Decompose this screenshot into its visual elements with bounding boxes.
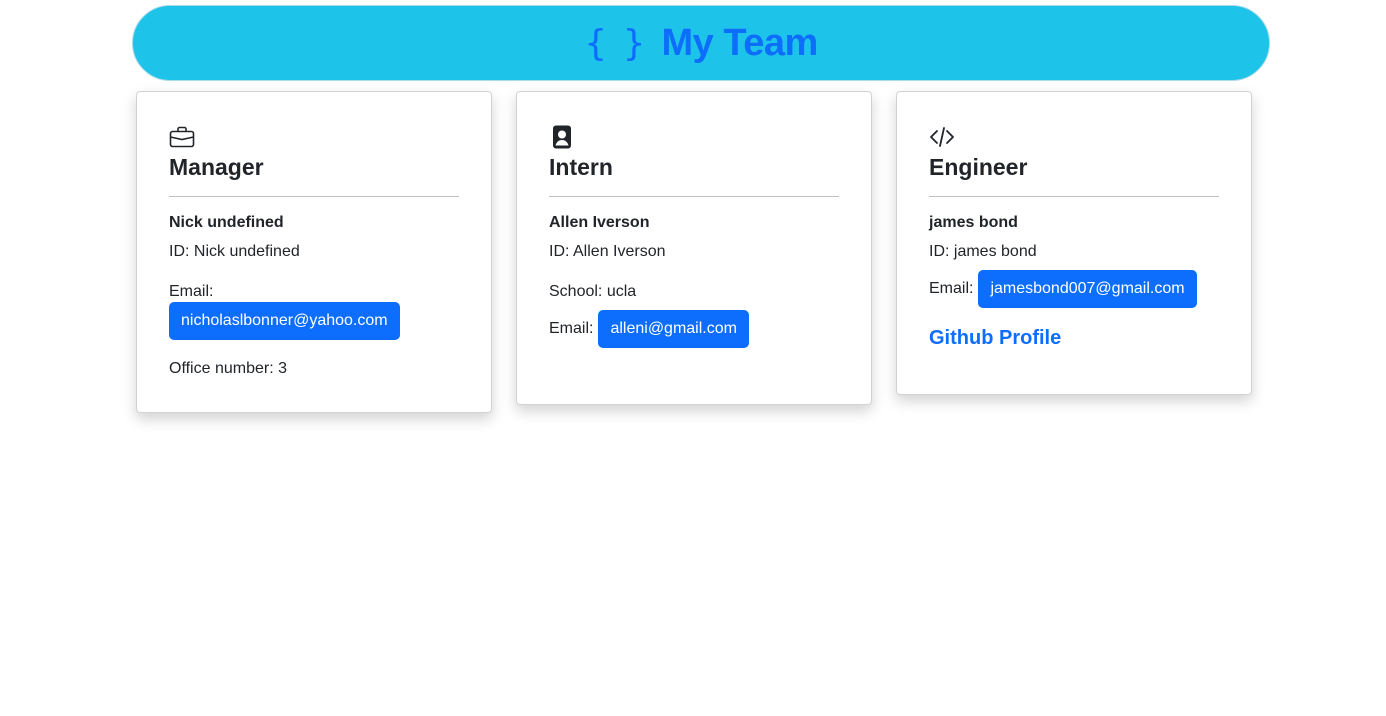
email-label: Email:	[929, 280, 974, 297]
school: School: ucla	[549, 283, 637, 300]
page-title: My Team	[661, 21, 818, 64]
email-button[interactable]: nicholaslbonner@yahoo.com	[169, 302, 400, 340]
employee-id: ID: Nick undefined	[169, 243, 300, 260]
divider	[929, 196, 1219, 197]
code-slash-icon	[930, 127, 954, 147]
email-block: Email: alleni@gmail.com	[549, 310, 839, 348]
person-badge-icon	[553, 125, 571, 149]
divider	[549, 196, 839, 197]
email-button[interactable]: jamesbond007@gmail.com	[978, 270, 1197, 308]
engineer-card: Engineer james bond ID: james bond Email…	[896, 91, 1252, 395]
employee-name: Nick undefined	[169, 214, 284, 231]
office-number: Office number: 3	[169, 360, 287, 377]
email-label: Email:	[169, 283, 214, 300]
email-block: Email: jamesbond007@gmail.com	[929, 270, 1219, 308]
page: { } My Team Manager Nick undefined ID: N…	[0, 0, 1386, 716]
briefcase-icon	[169, 126, 195, 148]
divider	[169, 196, 459, 197]
role-title: Intern	[549, 154, 613, 180]
employee-id: ID: Allen Iverson	[549, 243, 666, 260]
employee-name: Allen Iverson	[549, 214, 650, 231]
github-block: Github Profile	[929, 325, 1219, 351]
manager-card: Manager Nick undefined ID: Nick undefine…	[136, 91, 492, 413]
email-block: Email: nicholaslbonner@yahoo.com	[169, 282, 459, 340]
role-title: Manager	[169, 154, 264, 180]
email-button[interactable]: alleni@gmail.com	[598, 310, 749, 348]
github-profile-link[interactable]: Github Profile	[929, 325, 1061, 351]
intern-card: Intern Allen Iverson ID: Allen Iverson S…	[516, 91, 872, 405]
email-label: Email:	[549, 320, 594, 337]
employee-id: ID: james bond	[929, 243, 1037, 260]
header-title-group: { } My Team	[584, 22, 818, 65]
role-title: Engineer	[929, 154, 1028, 180]
employee-name: james bond	[929, 214, 1018, 231]
team-header: { } My Team	[132, 5, 1270, 81]
curly-braces-icon: { }	[584, 22, 648, 64]
